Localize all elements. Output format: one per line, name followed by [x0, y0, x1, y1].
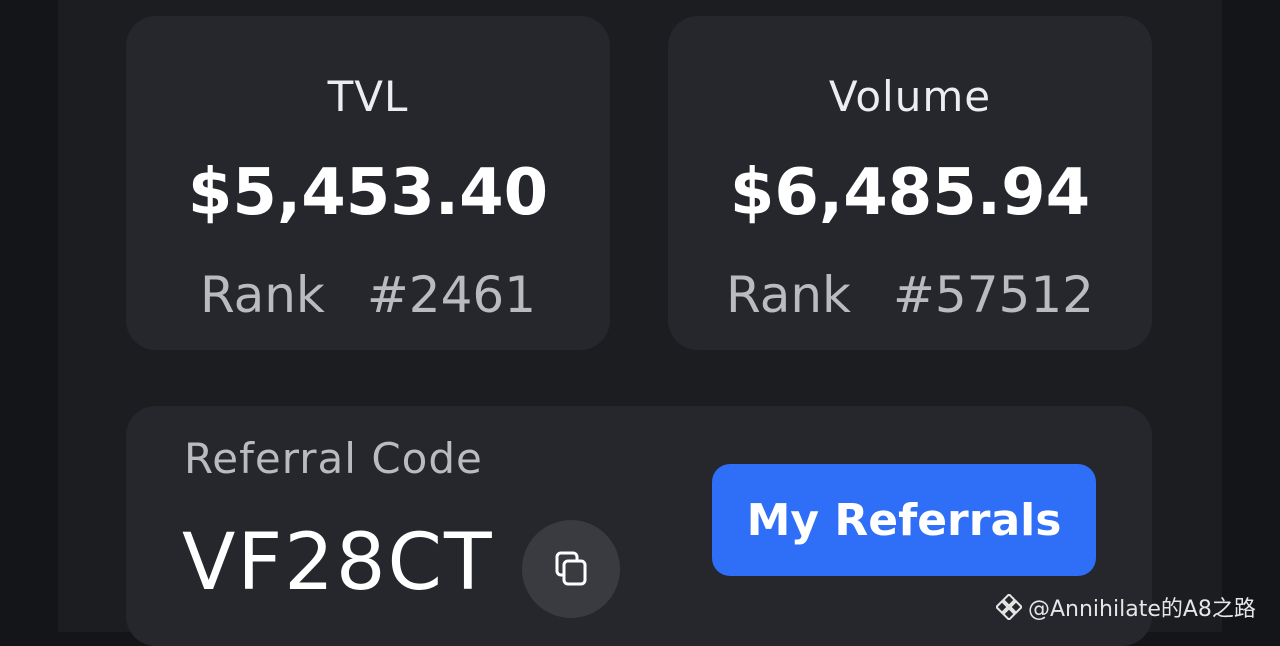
- binance-logo-icon: [996, 594, 1022, 620]
- volume-rank-label: Rank: [726, 266, 851, 324]
- tvl-rank-value: #2461: [366, 266, 537, 324]
- volume-rank: Rank #57512: [668, 266, 1152, 324]
- volume-card: Volume $6,485.94 Rank #57512: [668, 16, 1152, 350]
- referral-code-value: VF28CT: [182, 518, 494, 608]
- volume-value: $6,485.94: [729, 156, 1091, 230]
- tvl-title: TVL: [327, 72, 409, 121]
- tvl-value: $5,453.40: [187, 156, 549, 230]
- tvl-rank: Rank #2461: [126, 266, 610, 324]
- volume-rank-value: #57512: [892, 266, 1094, 324]
- my-referrals-button[interactable]: My Referrals: [712, 464, 1096, 576]
- watermark-text: @Annihilate的A8之路: [1028, 597, 1256, 622]
- app-frame: TVL $5,453.40 Rank #2461 Volume $6,485.94…: [0, 0, 1280, 646]
- tvl-card: TVL $5,453.40 Rank #2461: [126, 16, 610, 350]
- watermark: @Annihilate的A8之路: [996, 590, 1256, 624]
- copy-icon: [555, 551, 587, 586]
- volume-title: Volume: [828, 72, 992, 121]
- referral-code-label: Referral Code: [184, 434, 483, 483]
- copy-button[interactable]: [522, 520, 620, 618]
- tvl-rank-label: Rank: [199, 266, 325, 324]
